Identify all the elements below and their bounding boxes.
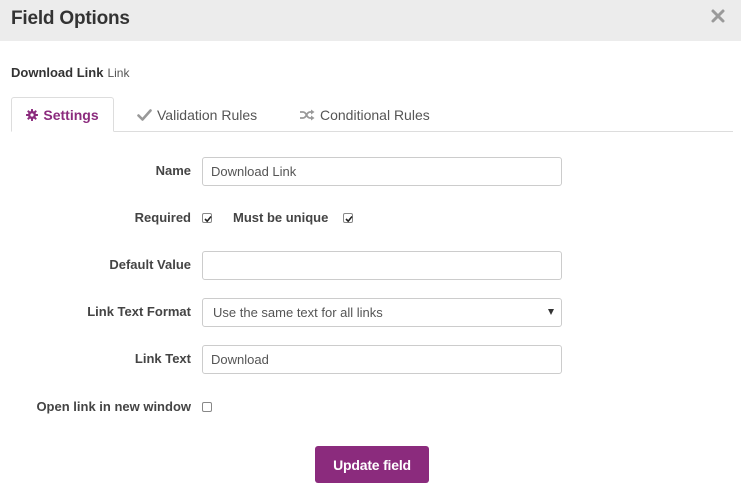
tab-settings-label: Settings bbox=[43, 106, 99, 123]
modal-header: Field Options bbox=[0, 0, 741, 41]
required-checkbox[interactable] bbox=[202, 213, 212, 223]
link-text-format-label: Link Text Format bbox=[87, 304, 191, 319]
check-icon bbox=[204, 215, 212, 223]
default-value-input[interactable] bbox=[202, 251, 562, 280]
gear-icon bbox=[26, 108, 39, 121]
field-type: Link bbox=[107, 66, 130, 80]
tab-settings[interactable]: Settings bbox=[11, 97, 114, 132]
checkmark-icon bbox=[137, 108, 152, 121]
name-label: Name bbox=[155, 163, 191, 178]
close-icon[interactable] bbox=[709, 5, 729, 29]
field-name: Download Link bbox=[11, 65, 104, 80]
check-icon bbox=[345, 215, 353, 223]
tab-conditional-label: Conditional Rules bbox=[320, 106, 430, 123]
tab-conditional-rules[interactable]: Conditional Rules bbox=[299, 97, 430, 132]
tab-validation-label: Validation Rules bbox=[157, 106, 258, 123]
modal-title: Field Options bbox=[11, 8, 130, 29]
new-window-checkbox[interactable] bbox=[202, 402, 212, 412]
default-value-label: Default Value bbox=[109, 257, 191, 272]
unique-checkbox[interactable] bbox=[343, 213, 353, 223]
link-text-label: Link Text bbox=[134, 351, 191, 366]
shuffle-icon bbox=[299, 109, 315, 121]
update-field-button[interactable]: Update field bbox=[315, 446, 429, 483]
link-text-format-value: Use the same text for all links bbox=[213, 305, 383, 320]
name-input[interactable]: Download Link bbox=[202, 157, 562, 186]
new-window-label: Open link in new window bbox=[36, 399, 191, 414]
field-heading: Download Link Link bbox=[11, 65, 129, 80]
link-text-input[interactable]: Download bbox=[202, 345, 562, 374]
unique-label: Must be unique bbox=[233, 210, 329, 225]
link-text-format-select[interactable]: Use the same text for all links bbox=[202, 298, 562, 327]
required-label: Required bbox=[134, 210, 191, 225]
chevron-down-icon bbox=[548, 309, 554, 315]
tab-validation-rules[interactable]: Validation Rules bbox=[137, 97, 257, 132]
